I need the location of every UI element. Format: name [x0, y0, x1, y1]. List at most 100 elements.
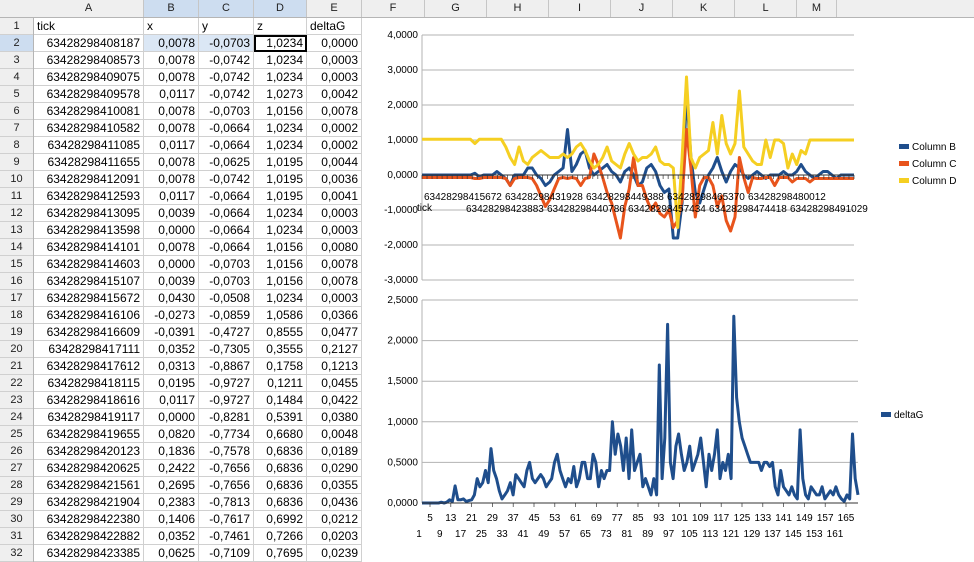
table-cell[interactable]: 1,0156 [254, 239, 307, 256]
row-header-12[interactable]: 12 [0, 205, 33, 222]
column-header-c[interactable]: C [199, 0, 254, 17]
table-cell[interactable]: 0,1213 [307, 358, 362, 375]
table-cell[interactable]: 63428298414101 [34, 239, 144, 256]
table-cell[interactable]: 0,0117 [144, 86, 199, 103]
table-cell[interactable]: 0,0044 [307, 154, 362, 171]
table-cell[interactable]: 1,0273 [254, 86, 307, 103]
table-cell[interactable]: 0,2422 [144, 460, 199, 477]
table-cell[interactable]: 0,1758 [254, 358, 307, 375]
row-header-17[interactable]: 17 [0, 290, 33, 307]
table-cell[interactable]: 63428298413095 [34, 205, 144, 222]
row-header-21[interactable]: 21 [0, 358, 33, 375]
table-cell[interactable]: 1,0234 [254, 35, 307, 52]
row-header-27[interactable]: 27 [0, 460, 33, 477]
table-cell[interactable]: -0,0391 [144, 324, 199, 341]
row-header-18[interactable]: 18 [0, 307, 33, 324]
table-cell[interactable]: 0,2695 [144, 477, 199, 494]
table-cell[interactable]: 63428298422380 [34, 511, 144, 528]
column-header-f[interactable]: F [362, 0, 425, 17]
table-cell[interactable]: -0,4727 [199, 324, 254, 341]
table-cell[interactable]: 0,0455 [307, 375, 362, 392]
table-cell[interactable]: 63428298410081 [34, 103, 144, 120]
table-cell[interactable]: -0,9727 [199, 375, 254, 392]
column-header-m[interactable]: M [797, 0, 837, 17]
table-cell[interactable]: 63428298415107 [34, 273, 144, 290]
table-cell[interactable]: -0,7656 [199, 460, 254, 477]
table-cell[interactable]: 63428298422882 [34, 528, 144, 545]
table-cell[interactable]: -0,0742 [199, 52, 254, 69]
table-cell[interactable]: 0,0189 [307, 443, 362, 460]
table-cell[interactable]: 1,0156 [254, 256, 307, 273]
table-cell[interactable]: 0,0352 [144, 528, 199, 545]
table-cell[interactable]: 63428298420625 [34, 460, 144, 477]
row-header-30[interactable]: 30 [0, 511, 33, 528]
table-cell[interactable]: -0,0273 [144, 307, 199, 324]
table-cell[interactable]: 0,0117 [144, 188, 199, 205]
row-header-11[interactable]: 11 [0, 188, 33, 205]
table-cell[interactable]: 0,1484 [254, 392, 307, 409]
table-cell[interactable]: 63428298413598 [34, 222, 144, 239]
table-cell[interactable]: -0,0664 [199, 239, 254, 256]
row-header-3[interactable]: 3 [0, 52, 33, 69]
table-cell[interactable]: 0,0078 [144, 103, 199, 120]
table-cell[interactable]: 0,1836 [144, 443, 199, 460]
column-header-k[interactable]: K [673, 0, 735, 17]
column-header-d[interactable]: D [254, 0, 307, 17]
table-cell[interactable]: 0,0117 [144, 137, 199, 154]
table-cell[interactable]: 0,6680 [254, 426, 307, 443]
row-header-31[interactable]: 31 [0, 528, 33, 545]
table-cell[interactable]: 0,0078 [307, 256, 362, 273]
row-header-1[interactable]: 1 [0, 18, 33, 35]
table-cell[interactable]: 0,0042 [307, 86, 362, 103]
table-cell[interactable]: 63428298417612 [34, 358, 144, 375]
table-cell[interactable]: 63428298411085 [34, 137, 144, 154]
table-cell[interactable]: 0,0003 [307, 69, 362, 86]
row-header-15[interactable]: 15 [0, 256, 33, 273]
table-cell[interactable]: 0,0820 [144, 426, 199, 443]
table-cell[interactable]: 0,0080 [307, 239, 362, 256]
table-cell[interactable]: 63428298414603 [34, 256, 144, 273]
row-header-23[interactable]: 23 [0, 392, 33, 409]
table-cell[interactable]: -0,0703 [199, 35, 254, 52]
table-cell[interactable]: 0,0000 [144, 256, 199, 273]
table-cell[interactable]: 0,0212 [307, 511, 362, 528]
table-cell[interactable]: 1,0195 [254, 154, 307, 171]
table-cell[interactable]: 0,0002 [307, 137, 362, 154]
table-cell[interactable]: 0,0041 [307, 188, 362, 205]
table-cell[interactable]: 1,0195 [254, 188, 307, 205]
table-cell[interactable]: 1,0234 [254, 222, 307, 239]
column-header-a[interactable]: A [34, 0, 144, 17]
row-header-26[interactable]: 26 [0, 443, 33, 460]
table-cell[interactable]: 0,0048 [307, 426, 362, 443]
table-cell[interactable]: 0,0078 [144, 120, 199, 137]
table-cell[interactable]: 63428298419655 [34, 426, 144, 443]
chart-deltag[interactable]: 2,5000 2,0000 1,5000 1,0000 0,5000 0,0000 delt… [372, 293, 972, 554]
table-cell[interactable]: 63428298408187 [34, 35, 144, 52]
table-cell[interactable]: 0,0355 [307, 477, 362, 494]
column-title-cell[interactable]: deltaG [307, 18, 362, 35]
table-cell[interactable]: -0,0508 [199, 290, 254, 307]
table-cell[interactable]: 1,0234 [254, 137, 307, 154]
table-cell[interactable]: 0,0195 [144, 375, 199, 392]
table-cell[interactable]: 63428298420123 [34, 443, 144, 460]
table-cell[interactable]: 0,0436 [307, 494, 362, 511]
table-cell[interactable]: 0,0078 [307, 273, 362, 290]
row-header-4[interactable]: 4 [0, 69, 33, 86]
table-cell[interactable]: 0,0380 [307, 409, 362, 426]
table-cell[interactable]: -0,8867 [199, 358, 254, 375]
table-cell[interactable]: 1,0586 [254, 307, 307, 324]
table-cell[interactable]: -0,7461 [199, 528, 254, 545]
table-cell[interactable]: 1,0156 [254, 273, 307, 290]
table-cell[interactable]: 1,0234 [254, 205, 307, 222]
row-header-13[interactable]: 13 [0, 222, 33, 239]
table-cell[interactable]: 0,1211 [254, 375, 307, 392]
table-cell[interactable]: 63428298415672 [34, 290, 144, 307]
table-cell[interactable]: -0,0664 [199, 188, 254, 205]
column-title-cell[interactable]: z [254, 18, 307, 35]
table-cell[interactable]: 0,0117 [144, 392, 199, 409]
table-cell[interactable]: 1,0234 [254, 290, 307, 307]
row-header-8[interactable]: 8 [0, 137, 33, 154]
table-cell[interactable]: 0,0366 [307, 307, 362, 324]
table-cell[interactable]: 63428298421904 [34, 494, 144, 511]
row-header-2[interactable]: 2 [0, 35, 33, 52]
